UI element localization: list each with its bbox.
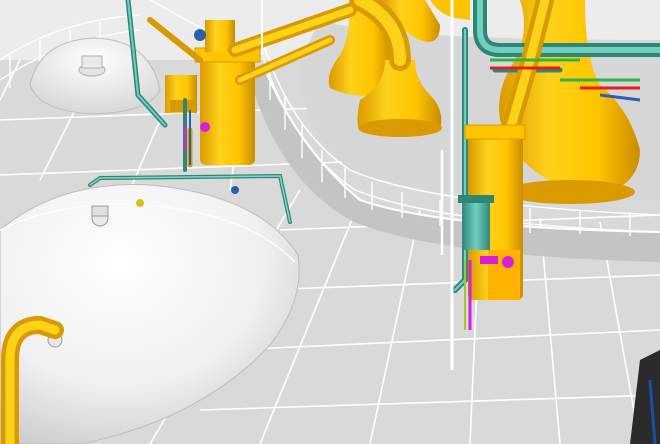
scene-canvas[interactable]	[0, 0, 660, 444]
viewport[interactable]	[0, 0, 660, 444]
right-column	[458, 124, 526, 300]
